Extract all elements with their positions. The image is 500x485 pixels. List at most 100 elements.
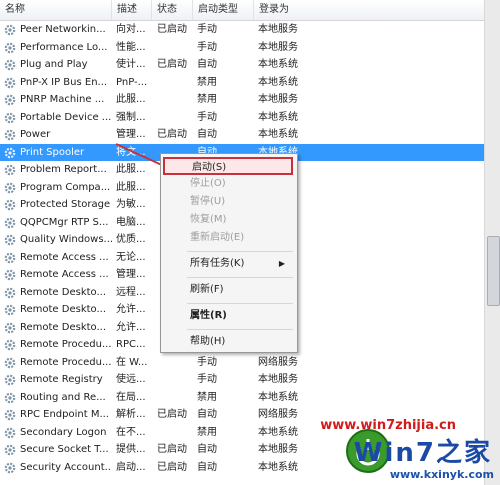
- service-desc: 启动...: [116, 461, 146, 473]
- menu-item-3: 恢复(M): [163, 211, 293, 229]
- service-logon: 网络服务: [258, 356, 298, 368]
- menu-item-label: 所有任务(K): [190, 258, 245, 269]
- service-row[interactable]: Performance Lo... 性能... 手动 本地服务: [0, 39, 484, 57]
- service-gear-icon: [4, 182, 16, 193]
- menu-item-0[interactable]: 启动(S): [163, 157, 293, 175]
- menu-item-12[interactable]: 帮助(H): [163, 333, 293, 351]
- service-name: Remote Procedu...: [20, 339, 112, 350]
- service-desc: 远程...: [116, 286, 146, 298]
- service-row[interactable]: Plug and Play 使计... 已启动 自动 本地系统: [0, 56, 484, 74]
- menu-item-6[interactable]: 所有任务(K) ▶: [163, 255, 293, 273]
- service-gear-icon: [4, 129, 16, 141]
- column-logon-as[interactable]: 登录为: [254, 0, 484, 20]
- column-name[interactable]: 名称: [0, 0, 112, 20]
- service-name: Program Compa...: [20, 181, 111, 193]
- service-name: Peer Networkin...: [20, 24, 106, 35]
- service-row[interactable]: Peer Networkin... 向对... 已启动 手动 本地服务: [0, 21, 484, 39]
- service-desc: 在 W...: [116, 356, 148, 368]
- column-status[interactable]: 状态: [152, 0, 193, 20]
- service-logon: 本地系统: [258, 391, 298, 403]
- service-gear-icon: [4, 322, 16, 333]
- menu-item-8[interactable]: 刷新(F): [163, 281, 293, 299]
- service-startup: 手动: [197, 356, 217, 368]
- column-description[interactable]: 描述: [112, 0, 152, 20]
- service-desc: 无论...: [116, 251, 146, 263]
- service-name: Security Account...: [20, 461, 112, 473]
- service-gear-icon: [4, 409, 16, 421]
- service-gear-icon: [4, 94, 16, 106]
- service-gear-icon: [4, 374, 16, 386]
- service-logon: 本地服务: [258, 444, 298, 455]
- service-name: Secondary Logon: [20, 426, 107, 438]
- service-status: 已启动: [157, 409, 187, 420]
- service-gear-icon: [4, 462, 16, 473]
- service-row[interactable]: Remote Procedu... 在 W... 手动 网络服务: [0, 354, 484, 372]
- service-gear-icon: [4, 217, 16, 228]
- watermark-brand: Win7之家: [353, 438, 492, 468]
- service-gear-icon: [4, 164, 16, 176]
- service-row[interactable]: PNRP Machine ... 此服... 禁用 本地服务: [0, 91, 484, 109]
- column-startup-type[interactable]: 启动类型: [193, 0, 254, 20]
- service-name: Remote Registry: [20, 374, 103, 385]
- service-row[interactable]: Power 管理... 已启动 自动 本地系统: [0, 126, 484, 144]
- menu-item-10[interactable]: 属性(R): [163, 307, 293, 325]
- service-row[interactable]: PnP-X IP Bus En... PnP-... 禁用 本地系统: [0, 74, 484, 92]
- service-gear-icon: [4, 147, 16, 158]
- service-desc: RPC...: [116, 339, 146, 350]
- service-startup: 禁用: [197, 94, 217, 105]
- service-gear-icon: [4, 269, 16, 281]
- service-gear-icon: [4, 427, 16, 438]
- service-logon: 本地系统: [258, 129, 298, 140]
- service-startup: 自动: [197, 444, 217, 455]
- service-logon: 本地服务: [258, 24, 298, 35]
- service-desc: 允许...: [116, 304, 146, 315]
- service-row[interactable]: Portable Device ... 强制... 手动 本地系统: [0, 109, 484, 127]
- menu-item-label: 重新启动(E): [190, 232, 245, 243]
- service-name: Problem Report...: [20, 164, 107, 175]
- service-desc: 管理...: [116, 269, 146, 280]
- service-name: RPC Endpoint M...: [20, 409, 109, 420]
- service-logon: 本地系统: [258, 426, 298, 438]
- service-name: Power: [20, 129, 51, 140]
- service-startup: 手动: [197, 41, 217, 53]
- service-gear-icon: [4, 392, 16, 403]
- service-logon: 本地系统: [258, 111, 298, 123]
- service-startup: 禁用: [197, 76, 217, 88]
- service-startup: 禁用: [197, 391, 217, 403]
- service-desc: 提供...: [116, 444, 146, 455]
- service-desc: 此服...: [116, 94, 146, 105]
- service-startup: 手动: [197, 374, 217, 385]
- menu-item-label: 暂停(U): [190, 196, 226, 207]
- service-startup: 自动: [197, 461, 217, 473]
- service-name: Performance Lo...: [20, 41, 108, 53]
- menu-item-label: 恢复(M): [190, 214, 227, 225]
- service-name: Secure Socket T...: [20, 444, 109, 455]
- service-logon: 本地系统: [258, 76, 298, 88]
- service-row[interactable]: Routing and Re... 在局... 禁用 本地系统: [0, 389, 484, 407]
- service-gear-icon: [4, 42, 16, 53]
- service-gear-icon: [4, 234, 16, 246]
- menu-separator: [187, 303, 293, 304]
- service-desc: 优质...: [116, 234, 146, 245]
- service-startup: 自动: [197, 59, 217, 70]
- menu-item-4: 重新启动(E): [163, 229, 293, 247]
- service-status: 已启动: [157, 24, 187, 35]
- service-name: Remote Deskto...: [20, 304, 107, 315]
- service-name: PnP-X IP Bus En...: [20, 76, 108, 88]
- service-status: 已启动: [157, 444, 187, 455]
- service-desc: 允许...: [116, 321, 146, 333]
- service-desc: 在局...: [116, 391, 146, 403]
- submenu-arrow-icon: ▶: [278, 259, 285, 268]
- service-desc: 此服...: [116, 181, 146, 193]
- service-gear-icon: [4, 339, 16, 351]
- vertical-scrollbar[interactable]: [484, 0, 500, 485]
- service-desc: 性能...: [116, 41, 146, 53]
- context-menu: 启动(S) 停止(O) 暂停(U) 恢复(M) 重新启动(E) 所有任务(K) ▶ 刷新(F)…: [160, 153, 298, 353]
- service-row[interactable]: Remote Registry 使远... 手动 本地服务: [0, 371, 484, 389]
- service-gear-icon: [4, 59, 16, 71]
- scrollbar-thumb[interactable]: [487, 236, 500, 306]
- menu-item-1: 停止(O): [163, 175, 293, 193]
- service-startup: 手动: [197, 24, 217, 35]
- column-header: 名称 描述 状态 启动类型 登录为: [0, 0, 484, 21]
- service-logon: 本地服务: [258, 94, 298, 105]
